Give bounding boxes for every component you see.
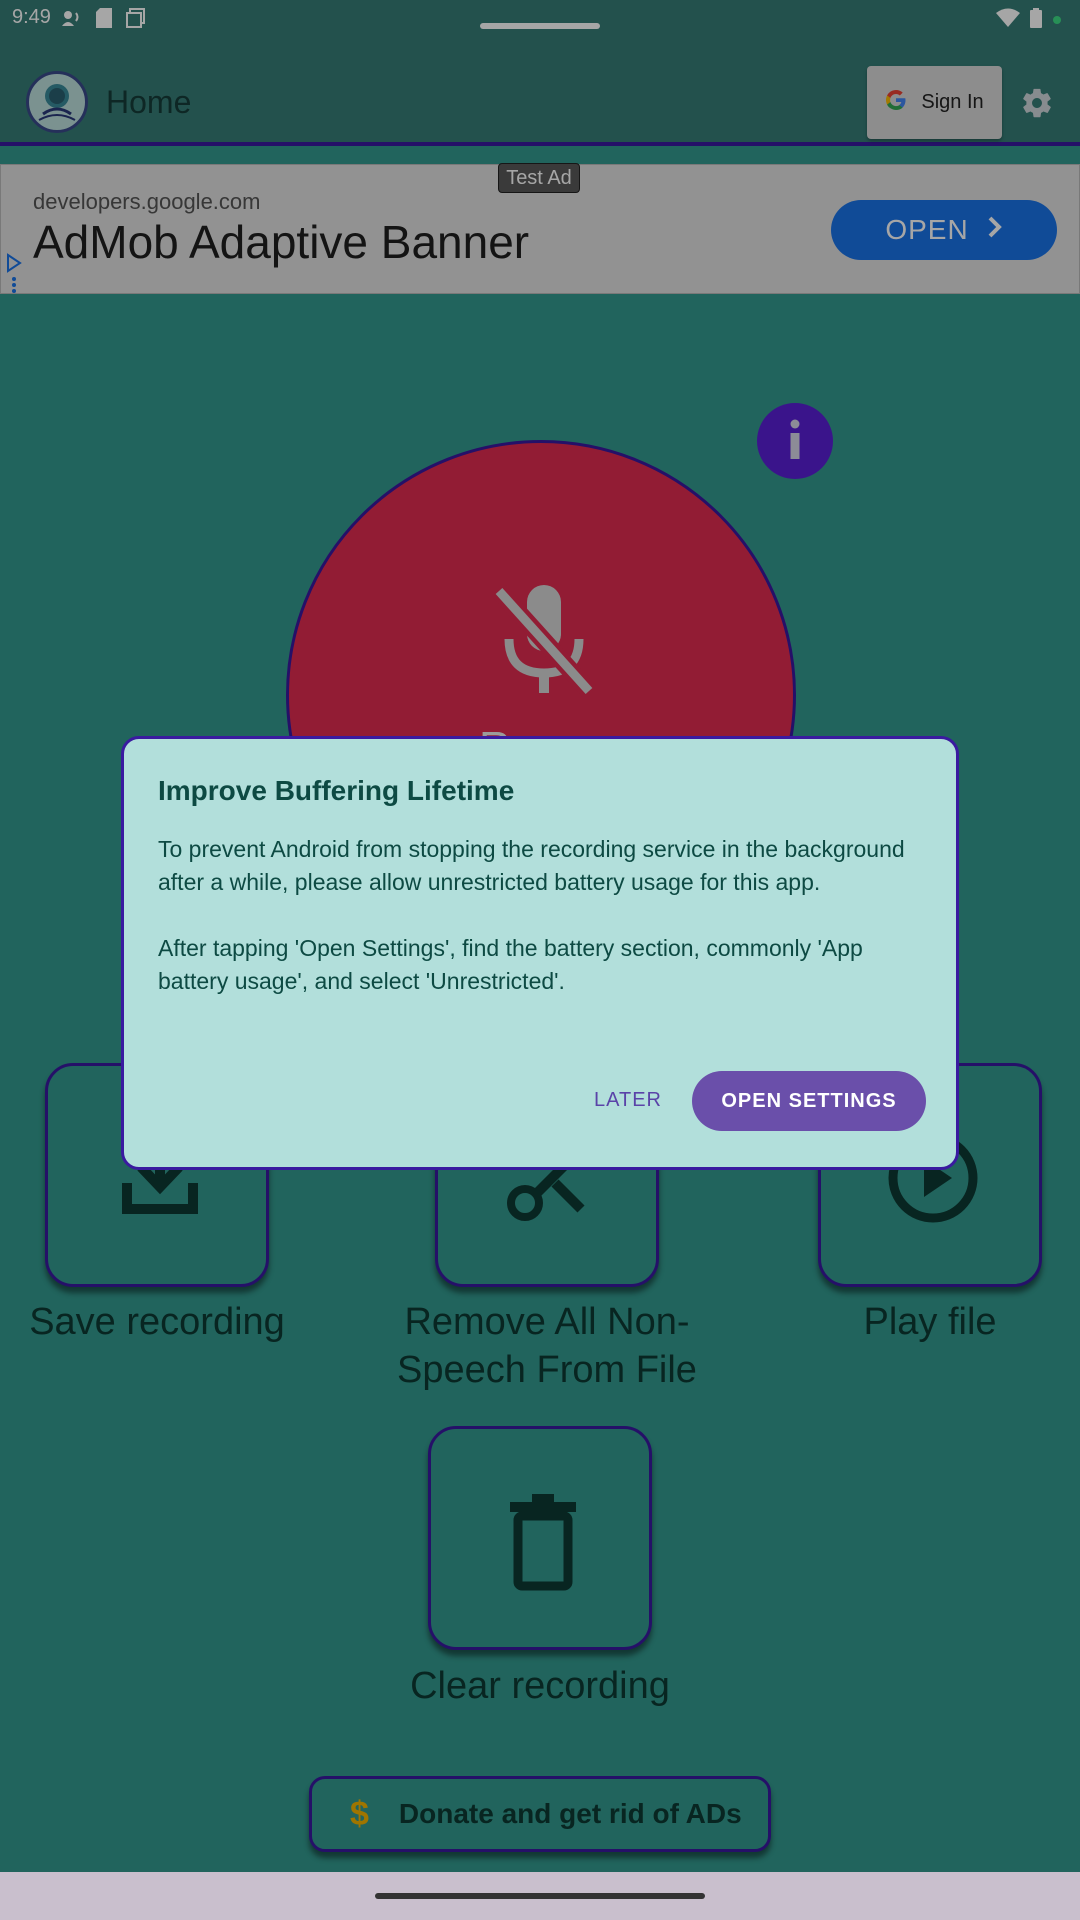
home-gesture-handle[interactable] <box>375 1893 705 1899</box>
navigation-bar <box>0 1872 1080 1920</box>
open-settings-label: OPEN SETTINGS <box>721 1089 897 1112</box>
later-button[interactable]: LATER <box>594 1089 662 1112</box>
dialog-paragraph-1: To prevent Android from stopping the rec… <box>158 836 905 895</box>
dialog-paragraph-2: After tapping 'Open Settings', find the … <box>158 935 863 994</box>
dialog-scrim-top <box>0 0 1080 294</box>
battery-dialog: Improve Buffering Lifetime To prevent An… <box>121 736 959 1170</box>
dialog-title: Improve Buffering Lifetime <box>158 775 515 806</box>
open-settings-button[interactable]: OPEN SETTINGS <box>692 1071 926 1131</box>
dialog-body: To prevent Android from stopping the rec… <box>158 833 928 998</box>
